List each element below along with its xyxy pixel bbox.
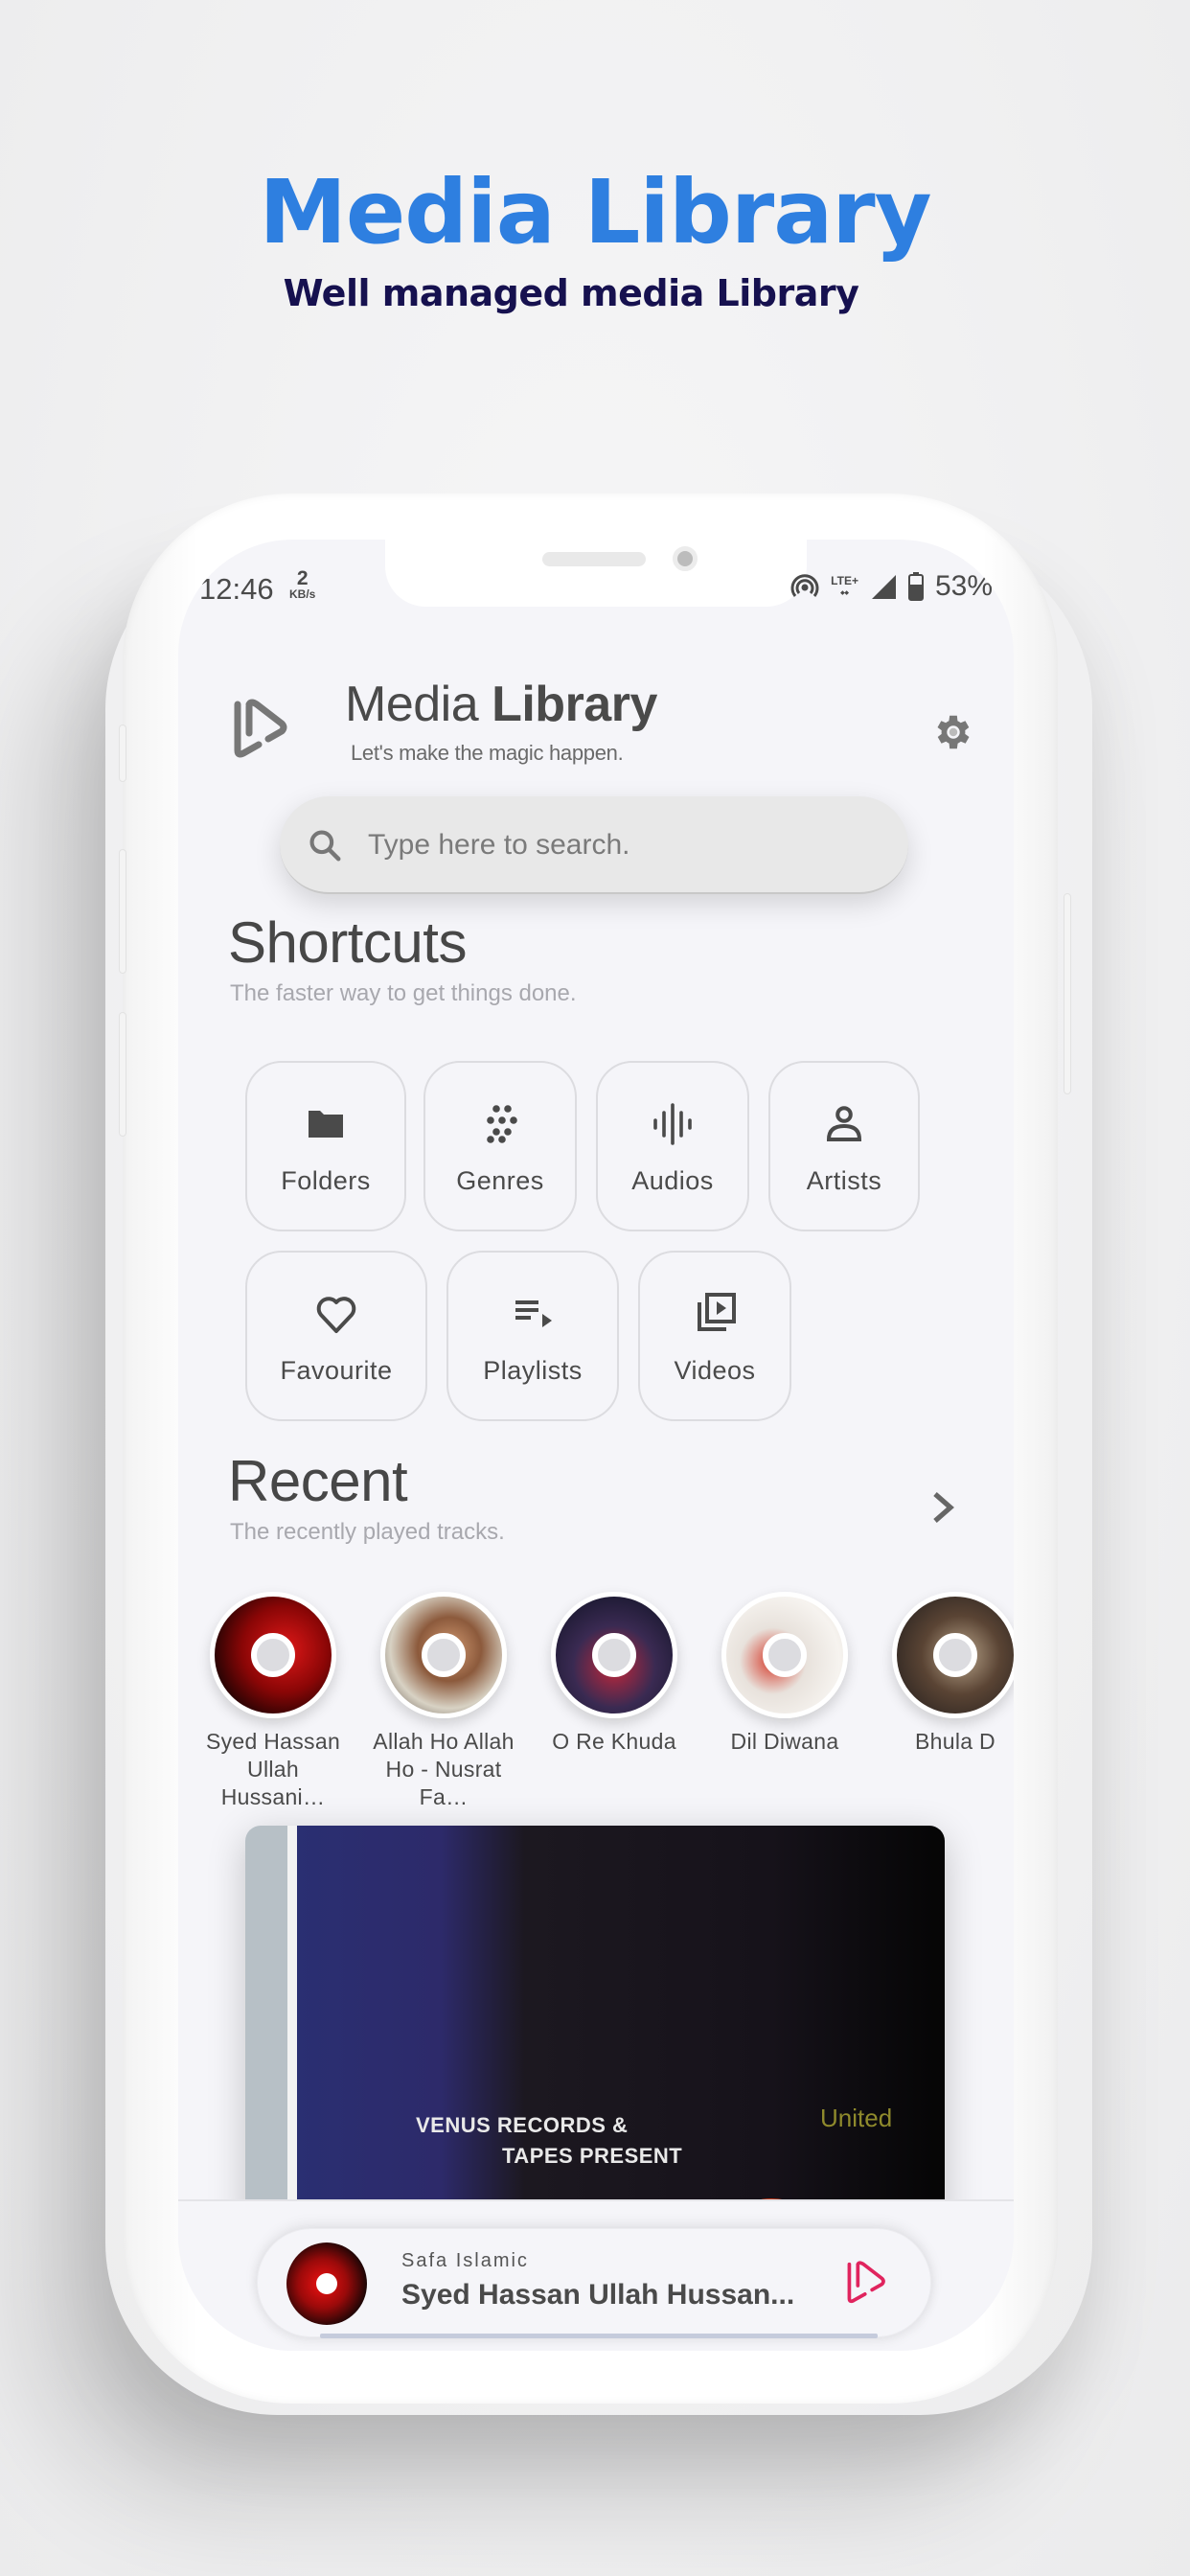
battery-icon xyxy=(907,572,924,601)
shortcuts-subtitle: The faster way to get things done. xyxy=(230,980,577,1006)
status-icons: LTE+ ⬩⬩ 53% xyxy=(790,570,993,603)
recent-title: Recent xyxy=(228,1449,408,1513)
shortcut-label: Playlists xyxy=(483,1356,583,1385)
promo-subtitle: Well managed media Library xyxy=(283,272,859,314)
audio-wave-icon xyxy=(653,1103,692,1145)
status-time: 12:46 xyxy=(199,572,274,606)
track-title: O Re Khuda xyxy=(552,1729,676,1754)
banner-torn-edge xyxy=(287,1826,297,2228)
lte-icon: LTE+ ⬩⬩ xyxy=(831,575,858,598)
network-speed: 2 KB/s xyxy=(289,568,315,600)
shortcut-genres[interactable]: Genres xyxy=(423,1061,577,1231)
shortcut-videos[interactable]: Videos xyxy=(638,1251,791,1421)
track-artwork xyxy=(721,1592,848,1718)
app-title-bold: Library xyxy=(492,677,657,732)
now-playing-artist: Safa Islamic xyxy=(401,2250,529,2271)
data-arrows-icon: ⬩⬩ xyxy=(840,586,849,599)
now-playing-title: Syed Hassan Ullah Hussan... xyxy=(401,2279,795,2311)
status-bar: 12:46 2 KB/s LTE+ ⬩⬩ 53% xyxy=(178,568,1014,616)
recent-track[interactable]: Allah Ho Allah Ho - Nusrat Fa… xyxy=(372,1592,515,1810)
shortcut-label: Folders xyxy=(281,1166,371,1195)
track-artwork xyxy=(892,1592,1014,1718)
disc-hole xyxy=(592,1633,636,1677)
shortcut-favourite[interactable]: Favourite xyxy=(245,1251,427,1421)
recent-track[interactable]: Syed Hassan Ullah Hussani… xyxy=(201,1592,345,1810)
heart-icon xyxy=(316,1297,356,1333)
shortcut-label: Artists xyxy=(806,1166,882,1195)
shortcuts-title: Shortcuts xyxy=(228,910,467,975)
app-title: Media Library xyxy=(345,676,657,733)
track-title: Allah Ho Allah Ho - Nusrat Fa… xyxy=(373,1729,515,1809)
shortcut-label: Favourite xyxy=(280,1356,393,1385)
app-title-light: Media xyxy=(345,677,479,732)
hotspot-icon xyxy=(790,574,819,597)
promo-title: Media Library xyxy=(259,161,931,264)
disc-hole xyxy=(933,1633,977,1677)
genres-dots-icon xyxy=(487,1105,517,1143)
gear-icon[interactable] xyxy=(931,710,975,754)
playback-progress[interactable] xyxy=(320,2334,878,2338)
play-icon[interactable] xyxy=(842,2258,886,2308)
earpiece xyxy=(542,552,646,566)
video-library-icon xyxy=(698,1293,736,1331)
phone-side-button xyxy=(1064,893,1071,1094)
search-input[interactable] xyxy=(368,817,866,873)
phone-side-button xyxy=(119,849,126,974)
track-title: Dil Diwana xyxy=(730,1729,839,1754)
battery-percent: 53% xyxy=(934,570,993,602)
track-title: Syed Hassan Ullah Hussani… xyxy=(205,1729,341,1809)
phone-side-button xyxy=(119,724,126,782)
playlist-play-icon xyxy=(515,1300,552,1327)
signal-icon xyxy=(871,575,896,599)
person-icon xyxy=(826,1106,862,1141)
network-speed-unit: KB/s xyxy=(289,587,316,601)
track-artwork xyxy=(551,1592,677,1718)
search-bar[interactable] xyxy=(280,796,908,894)
app-screen: 12:46 2 KB/s LTE+ ⬩⬩ 53% Media Library L… xyxy=(178,540,1014,2351)
disc-hole xyxy=(422,1633,466,1677)
recent-track[interactable]: O Re Khuda xyxy=(542,1592,686,1756)
search-icon xyxy=(309,830,341,862)
featured-banner[interactable]: VENUS RECORDS & TAPES PRESENT United BAA… xyxy=(245,1826,945,2228)
recent-track[interactable]: Bhula D xyxy=(883,1592,1014,1756)
track-title: Bhula D xyxy=(915,1729,995,1754)
network-speed-value: 2 xyxy=(296,567,309,589)
disc-hole xyxy=(251,1633,295,1677)
disc-hole xyxy=(763,1633,807,1677)
shortcut-artists[interactable]: Artists xyxy=(768,1061,920,1231)
folder-icon xyxy=(309,1111,343,1138)
shortcut-label: Genres xyxy=(456,1166,544,1195)
phone-side-button xyxy=(119,1012,126,1137)
shortcut-label: Audios xyxy=(631,1166,714,1195)
now-playing-artwork xyxy=(286,2242,367,2325)
disc-hole xyxy=(316,2273,337,2294)
recent-subtitle: The recently played tracks. xyxy=(230,1519,505,1545)
banner-line-1: VENUS RECORDS & xyxy=(416,2113,629,2137)
banner-line-2: TAPES PRESENT xyxy=(502,2144,683,2168)
mini-player[interactable]: Safa Islamic Syed Hassan Ullah Hussan... xyxy=(257,2228,931,2337)
track-artwork xyxy=(380,1592,507,1718)
shortcut-folders[interactable]: Folders xyxy=(245,1061,406,1231)
shortcut-playlists[interactable]: Playlists xyxy=(446,1251,619,1421)
shortcut-label: Videos xyxy=(674,1356,756,1385)
chevron-right-icon[interactable] xyxy=(927,1488,958,1527)
shortcut-audios[interactable]: Audios xyxy=(596,1061,749,1231)
recent-track[interactable]: Dil Diwana xyxy=(713,1592,857,1756)
banner-brand: United xyxy=(820,2104,893,2132)
track-artwork xyxy=(210,1592,336,1718)
app-tagline: Let's make the magic happen. xyxy=(351,741,624,765)
play-logo-icon xyxy=(234,699,287,758)
